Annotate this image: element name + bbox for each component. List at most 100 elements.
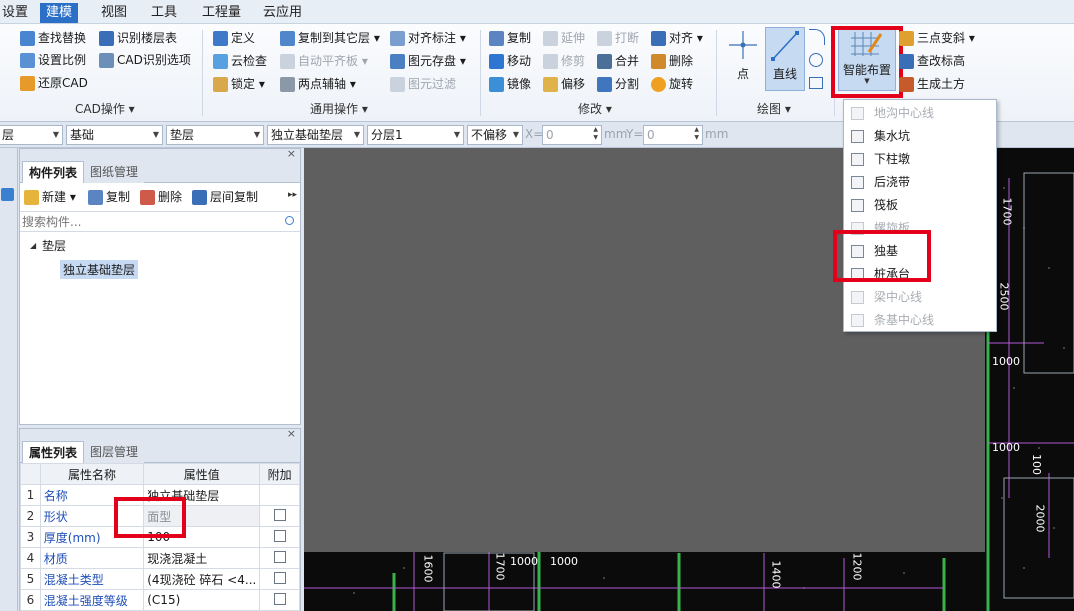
search-icon[interactable] (285, 216, 294, 225)
property-value[interactable]: (4现浇砼 碎石 <4... (143, 568, 261, 590)
more-icon[interactable]: ▸▸ (288, 190, 297, 200)
split-button[interactable]: 分割 (597, 74, 639, 94)
checkbox[interactable] (273, 592, 286, 605)
delete-button[interactable]: 删除 (651, 51, 693, 71)
table-row[interactable]: 4 材质 现浇混凝土 (20, 547, 300, 569)
component-select[interactable]: 独立基础垫层 ▼ (267, 125, 364, 145)
element-filter-button[interactable]: 图元过滤 (390, 74, 456, 94)
restore-cad-button[interactable]: 还原CAD (20, 73, 88, 93)
tree-item-selected[interactable]: 独立基础垫层 (60, 260, 139, 279)
tab-property-list[interactable]: 属性列表 (22, 441, 85, 463)
tab-drawing-manage[interactable]: 图纸管理 (84, 161, 145, 183)
two-point-axis-icon (280, 76, 295, 92)
menu-item-sump-pit[interactable]: 集水坑 (844, 125, 996, 148)
lock-button[interactable]: 锁定 ▾ (213, 74, 265, 94)
table-row[interactable]: 5 混凝土类型 (4现浇砼 碎石 <4... (20, 568, 300, 590)
inter-floor-copy-button[interactable]: 层间复制 (192, 187, 258, 207)
menu-item-raft[interactable]: 筏板 (844, 194, 996, 217)
align-button[interactable]: 对齐 ▾ (651, 28, 703, 48)
edit-elevation-button[interactable]: 查改标高 (899, 51, 965, 71)
component-select-value: 独立基础垫层 (271, 128, 344, 142)
close-icon[interactable]: × (287, 147, 296, 160)
element-save-button[interactable]: 图元存盘 ▾ (390, 51, 466, 71)
rotate-button[interactable]: 旋转 (651, 74, 693, 94)
menu-settings[interactable]: 设置 (0, 3, 34, 23)
y-offset-input[interactable]: 0 ▲ ▼ (643, 125, 703, 145)
set-scale-button[interactable]: 设置比例 (20, 50, 86, 70)
menu-quantity[interactable]: 工程量 (196, 3, 247, 23)
search-box[interactable] (20, 211, 300, 232)
align-annotation-icon (390, 30, 405, 46)
cad-group-title[interactable]: CAD操作 ▾ (75, 100, 135, 117)
floor-table-icon (99, 30, 114, 46)
search-input[interactable] (22, 213, 277, 231)
new-button[interactable]: 新建 ▾ (24, 187, 76, 207)
modify-group-title[interactable]: 修改 ▾ (578, 100, 612, 117)
category-select[interactable]: 基础 ▼ (66, 125, 163, 145)
floor-select[interactable]: 层 ▼ (0, 125, 63, 145)
align-annotation-button[interactable]: 对齐标注 ▾ (390, 28, 466, 48)
define-button[interactable]: 定义 (213, 28, 255, 48)
menu-item-trench-centerline[interactable]: 地沟中心线 (844, 102, 996, 125)
move-button[interactable]: 移动 (489, 51, 531, 71)
circle-icon[interactable] (809, 53, 823, 67)
menu-item-label: 梁中心线 (874, 290, 923, 304)
menu-item-post-pour-strip[interactable]: 后浇带 (844, 171, 996, 194)
point-button[interactable]: 点 (724, 28, 762, 90)
menu-cloud[interactable]: 云应用 (257, 3, 308, 23)
property-extra (259, 505, 300, 527)
find-replace-button[interactable]: 查找替换 (20, 28, 86, 48)
menu-item-strip-footing-centerline[interactable]: 条基中心线 (844, 309, 996, 332)
auto-align-slab-button[interactable]: 自动平齐板 ▾ (280, 51, 368, 71)
checkbox[interactable] (273, 571, 286, 584)
scale-icon (20, 52, 35, 68)
checkbox[interactable] (273, 508, 286, 521)
rectangle-icon[interactable] (809, 77, 823, 89)
menu-item-label: 筏板 (874, 198, 899, 212)
checkbox[interactable] (273, 550, 286, 563)
offset-icon (543, 76, 558, 92)
property-value[interactable]: 现浇混凝土 (143, 547, 261, 569)
menu-item-column-pier[interactable]: 下柱墩 (844, 148, 996, 171)
copy-component-button[interactable]: 复制 (88, 187, 130, 207)
arc-icon[interactable] (809, 29, 825, 45)
merge-button[interactable]: 合并 (597, 51, 639, 71)
x-offset-input[interactable]: 0 ▲ ▼ (542, 125, 602, 145)
break-button[interactable]: 打断 (597, 28, 639, 48)
trim-button[interactable]: 修剪 (543, 51, 585, 71)
draw-group-title[interactable]: 绘图 ▾ (757, 100, 791, 117)
tab-layer-manage[interactable]: 图层管理 (84, 441, 145, 463)
cad-options-button[interactable]: CAD识别选项 (99, 50, 191, 70)
generate-earthwork-button[interactable]: 生成土方 (899, 74, 965, 94)
offset-button[interactable]: 偏移 (543, 74, 585, 94)
property-value[interactable]: (C15) (143, 589, 261, 611)
menu-modeling[interactable]: 建模 (40, 3, 79, 23)
highlight-box (833, 230, 931, 282)
common-group-title[interactable]: 通用操作 ▾ (310, 100, 368, 117)
cloud-check-button[interactable]: 云检查 (213, 51, 267, 71)
sublayer-select[interactable]: 分层1 ▼ (367, 125, 464, 145)
tree-root[interactable]: 垫层 (42, 237, 66, 254)
extend-button[interactable]: 延伸 (543, 28, 585, 48)
three-point-slope-button[interactable]: 三点变斜 ▾ (899, 28, 975, 48)
inter-floor-copy-label: 层间复制 (210, 190, 259, 204)
checkbox[interactable] (273, 529, 286, 542)
menu-tools[interactable]: 工具 (145, 3, 183, 23)
mirror-button[interactable]: 镜像 (489, 74, 531, 94)
tab-component-list[interactable]: 构件列表 (22, 161, 85, 183)
copy-to-other-floor-button[interactable]: 复制到其它层 ▾ (280, 28, 380, 48)
nav-icon[interactable] (1, 188, 14, 201)
identify-floor-table-button[interactable]: 识别楼层表 (99, 28, 177, 48)
offset-select[interactable]: 不偏移 ▼ (467, 125, 523, 145)
two-point-axis-button[interactable]: 两点辅轴 ▾ (280, 74, 356, 94)
menu-item-beam-centerline[interactable]: 梁中心线 (844, 286, 996, 309)
table-row[interactable]: 6 混凝土强度等级 (C15) (20, 589, 300, 611)
collapse-icon[interactable]: ◢ (30, 241, 36, 250)
delete-component-button[interactable]: 删除 (140, 187, 182, 207)
find-replace-icon (20, 30, 35, 46)
type-select[interactable]: 垫层 ▼ (166, 125, 264, 145)
line-button[interactable]: 直线 (765, 27, 805, 91)
menu-view[interactable]: 视图 (95, 3, 133, 23)
copy-button[interactable]: 复制 (489, 28, 531, 48)
close-icon[interactable]: × (287, 427, 296, 440)
